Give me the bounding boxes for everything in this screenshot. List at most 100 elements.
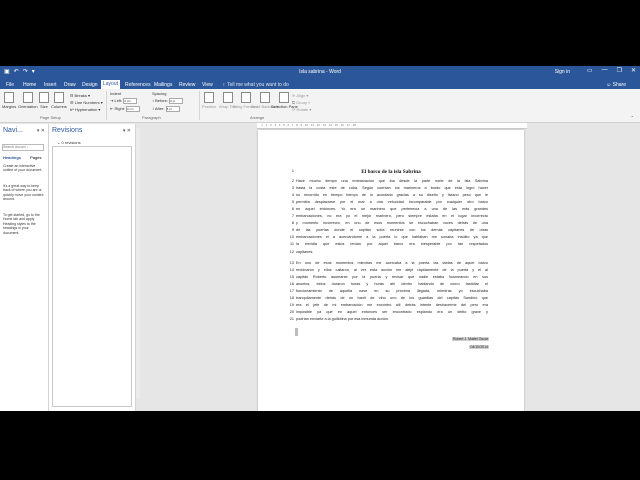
orientation-icon — [22, 92, 33, 103]
navigation-pane: Navi... ▾ ✕ Search docum ⌕ Headings Page… — [0, 124, 49, 411]
nav-hint-3: To get started, go to the Home tab and a… — [3, 213, 40, 235]
document-line: Hace mucho tiempo una embarcación que ib… — [296, 179, 488, 183]
indent-left: ⇥ Left: 0 cm — [110, 98, 138, 104]
title-bar: ▣ ↶ ↷ ▾ Isla sabrina - Word Sign in ▭ — … — [0, 66, 640, 79]
tab-review[interactable]: Review — [177, 81, 197, 89]
position-button[interactable]: Position — [202, 92, 216, 109]
tab-home[interactable]: Home — [21, 81, 38, 89]
line-number: 16 — [289, 281, 294, 286]
indent-right: ⇤ Right: 0 cm — [110, 106, 141, 112]
margins-icon — [4, 92, 15, 103]
nav-hint-1: Create an interactive outline of your do… — [3, 164, 43, 173]
close-button[interactable]: ✕ — [631, 67, 636, 74]
tab-headings[interactable]: Headings — [3, 155, 21, 160]
spacing-before-input[interactable]: 0 pt — [169, 98, 184, 104]
position-icon — [204, 92, 215, 103]
tab-view[interactable]: View — [200, 81, 215, 89]
tab-draw[interactable]: Draw — [62, 81, 78, 89]
revisions-count: ⌄ 0 revisions — [57, 140, 81, 145]
line-number: 9 — [291, 228, 294, 233]
line-number: 1 — [291, 169, 294, 173]
group-paragraph: Paragraph — [142, 115, 161, 120]
tab-file[interactable]: File — [4, 81, 16, 89]
document-line: En uno de esos momentos mientras me acer… — [296, 260, 488, 265]
line-number: 20 — [289, 309, 294, 314]
line-number: 5 — [291, 200, 294, 205]
indent-label: Indent — [110, 91, 122, 96]
minimize-button[interactable]: — — [602, 67, 608, 74]
window-title: Isla sabrina - Word — [299, 69, 341, 75]
line-number: 13 — [289, 260, 294, 265]
close-icon[interactable]: ▾ ✕ — [123, 128, 131, 134]
breaks-button[interactable]: ⊟ Breaks ▾ — [70, 93, 90, 98]
document-line: funcionamiento de aquella nave en su pró… — [296, 288, 488, 293]
maximize-button[interactable]: ❐ — [617, 67, 622, 74]
line-number: 21 — [289, 316, 294, 321]
spacing-after-input[interactable]: 8 pt — [165, 106, 180, 112]
line-number: 3 — [291, 186, 294, 191]
document-line: hasta la costa este de cuba. Según cuent… — [296, 186, 488, 191]
tab-references[interactable]: References — [123, 81, 153, 89]
tab-insert[interactable]: Insert — [42, 81, 59, 89]
ribbon-display-icon[interactable]: ▭ — [587, 67, 593, 74]
revisions-pane: Revisions ▾ ✕ ⌄ 0 revisions — [49, 124, 136, 411]
document-line: capitán Roberto asomarse por la puerta y… — [296, 274, 488, 279]
document-line: rechinaron y ellos callaron, al ver esta… — [296, 267, 488, 272]
ribbon-separator — [199, 91, 200, 120]
sign-in-link[interactable]: Sign in — [555, 69, 570, 75]
line-number: 12 — [289, 249, 294, 254]
nav-pane-title: Navi... — [3, 127, 23, 134]
orientation-button[interactable]: Orientation — [18, 92, 38, 109]
size-button[interactable]: Size — [39, 92, 49, 109]
ribbon-tabs: File Home Insert Draw Design Layout Refe… — [0, 79, 640, 90]
nav-tabs: Headings Pages — [3, 155, 41, 160]
group-arrange: Arrange — [250, 115, 265, 120]
search-icon: ⌕ — [26, 145, 29, 149]
nav-hint-2: It's a great way to keep track of where … — [3, 184, 44, 202]
revisions-list[interactable] — [52, 146, 132, 407]
group-button[interactable]: ⧉ Group ▾ — [292, 100, 310, 105]
line-number: 11 — [290, 242, 294, 247]
size-icon — [39, 92, 49, 103]
margins-button[interactable]: Margins — [2, 92, 16, 109]
tab-pages[interactable]: Pages — [30, 155, 41, 160]
revisions-title: Revisions — [52, 127, 83, 134]
document-line: de las puertas donde el capitán solía re… — [296, 228, 488, 233]
document-line: la envidia que estos tenían por aquel ba… — [296, 242, 488, 247]
wrap-text-icon — [222, 92, 233, 103]
share-button[interactable]: ☺ Share — [606, 82, 626, 88]
window-controls: ▭ — ❐ ✕ — [587, 67, 636, 74]
line-number: 19 — [289, 302, 294, 307]
document-line: tranquilamente detrás de un barril de vi… — [296, 295, 488, 300]
line-number: 7 — [291, 214, 294, 219]
document-line: su recorrido en tiempo tiempo de lo acor… — [296, 193, 488, 198]
ribbon-separator — [106, 91, 107, 120]
document-line: podrían enviarte a la guillotina por esa… — [296, 316, 390, 321]
tab-mailings[interactable]: Mailings — [152, 81, 174, 89]
document-line: embarcaciones, no era yo el mejor marine… — [296, 214, 488, 219]
document-line: asuntos, estos duraron horas y horas ahí… — [296, 281, 488, 286]
tell-me-box[interactable]: ♀ Tell me what you want to do — [222, 82, 289, 88]
spacing-label: Spacing — [152, 91, 167, 96]
document-page[interactable]: El barco de la isla Sabrina 1 2 Hace mucho… — [258, 130, 524, 411]
align-button[interactable]: ⊫ Align ▾ — [292, 93, 308, 98]
selection-pane-icon — [279, 92, 290, 103]
columns-icon — [53, 92, 64, 103]
text-cursor — [295, 328, 298, 336]
nav-search-input[interactable]: Search docum ⌕ — [2, 144, 44, 151]
indent-right-input[interactable]: 0 cm — [126, 106, 141, 112]
collapse-ribbon-icon[interactable]: ⌃ — [631, 115, 634, 120]
columns-button[interactable]: Columns — [51, 92, 67, 109]
line-number: 6 — [291, 207, 294, 212]
close-icon[interactable]: ▾ ✕ — [37, 128, 45, 134]
tab-design[interactable]: Design — [80, 81, 100, 89]
hyphenation-button[interactable]: bᵃ Hyphenation ▾ — [70, 107, 100, 112]
line-number: 15 — [289, 274, 294, 279]
rotate-button[interactable]: ⟳ Rotate ▾ — [292, 107, 311, 112]
ribbon-layout: Margins Orientation Size Columns ⊟ Break… — [0, 89, 640, 123]
document-line: imposible ya que en aquel entonces ser e… — [296, 309, 488, 314]
indent-left-input[interactable]: 0 cm — [123, 98, 138, 104]
line-number: 18 — [289, 295, 294, 300]
signature-name: Robert J. Mattei Oscar — [451, 337, 489, 341]
line-numbers-button[interactable]: ☰ Line Numbers ▾ — [70, 100, 103, 105]
